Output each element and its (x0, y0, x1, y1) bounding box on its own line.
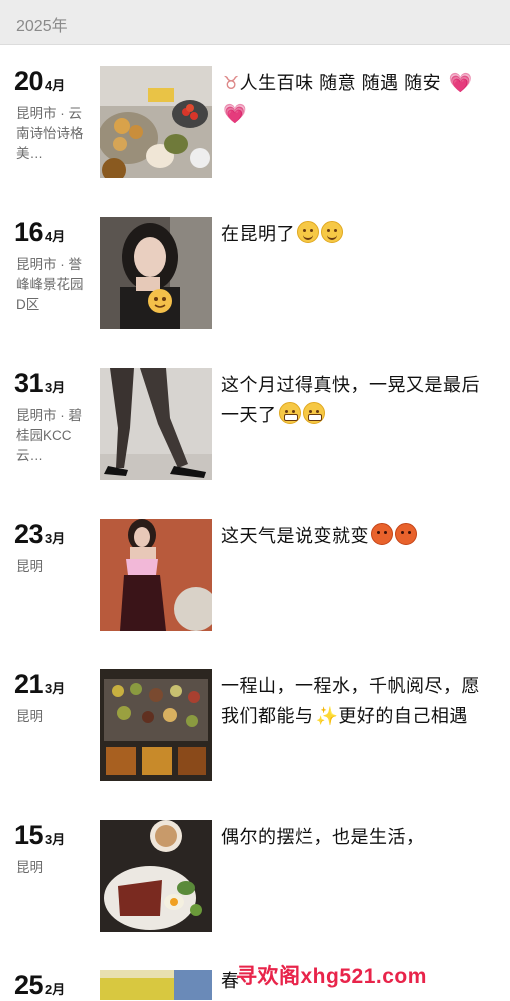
post-caption: ♉人生百味 随意 随遇 随安 💗 💗 (221, 68, 491, 130)
post-photo[interactable] (100, 519, 212, 631)
post-month: 4月 (45, 229, 66, 244)
post-item[interactable]: 21 3月 昆明 一程山，一程水，千帆阅尽，愿我们都能与 ✨更好的自己相遇 (0, 669, 510, 819)
post-location: 昆明市 · 碧桂园KCC云… (16, 408, 82, 463)
post-month: 3月 (45, 832, 66, 847)
post-text: 这个月过得真快，一晃又是最后一天了 (221, 375, 480, 425)
post-caption: 在昆明了 (221, 219, 491, 249)
post-item[interactable]: 31 3月 昆明市 · 碧桂园KCC云… 这个月过得真快，一晃又是最后一天了 (0, 368, 510, 518)
post-day: 21 (14, 669, 44, 699)
post-text: 这天气是说变就变 (221, 526, 369, 546)
post-month: 2月 (45, 982, 66, 997)
post-text: 人生百味 随意 随遇 随安 (239, 73, 442, 93)
post-text: 更好的自己相遇 (338, 706, 468, 726)
post-photo[interactable] (100, 820, 212, 932)
post-location: 昆明市 · 誉峰峰景花园D区 (16, 257, 84, 312)
post-location: 昆明 (16, 860, 43, 875)
post-date: 25 2月 (14, 970, 65, 1001)
smile-icon (321, 221, 343, 243)
post-caption: 这天气是说变就变 (221, 521, 491, 551)
smile-icon (297, 221, 319, 243)
post-date: 31 3月 (14, 368, 65, 399)
post-date: 23 3月 (14, 519, 65, 550)
post-item[interactable]: 16 4月 昆明市 · 誉峰峰景花园D区 在昆明了 (0, 217, 510, 367)
post-photo[interactable] (100, 970, 212, 1000)
post-caption: 这个月过得真快，一晃又是最后一天了 (221, 370, 491, 430)
post-date: 20 4月 (14, 66, 65, 97)
post-date: 16 4月 (14, 217, 65, 248)
post-photo[interactable] (100, 217, 212, 329)
ox-icon: ♉ (223, 73, 240, 93)
post-location: 昆明市 · 云南诗怡诗格美… (16, 106, 84, 161)
post-photo[interactable] (100, 368, 212, 480)
grin-icon (278, 402, 301, 424)
pink-heart-icon: 💗 (223, 104, 248, 125)
post-item[interactable]: 23 3月 昆明 这天气是说变就变 (0, 519, 510, 669)
grin-icon (302, 402, 325, 424)
post-month: 3月 (45, 380, 66, 395)
post-day: 25 (14, 970, 44, 1000)
post-item[interactable]: 20 4月 昆明市 · 云南诗怡诗格美… ♉人生百味 随意 随遇 随安 💗 💗 (0, 66, 510, 216)
post-photo[interactable] (100, 669, 212, 781)
year-header: 2025年 (0, 0, 510, 45)
year-label: 2025年 (16, 18, 68, 35)
post-caption: 一程山，一程水，千帆阅尽，愿我们都能与 ✨更好的自己相遇 (221, 671, 491, 731)
post-month: 4月 (45, 78, 66, 93)
post-text: 偶尔的摆烂，也是生活， (221, 827, 425, 847)
post-day: 15 (14, 820, 44, 850)
post-day: 31 (14, 368, 44, 398)
post-date: 21 3月 (14, 669, 65, 700)
post-date: 15 3月 (14, 820, 65, 851)
post-day: 20 (14, 66, 44, 96)
post-photo[interactable] (100, 66, 212, 178)
watermark: 寻欢阁xhg521.com (236, 965, 427, 988)
angry-face-icon (371, 523, 393, 545)
post-month: 3月 (45, 531, 66, 546)
post-text: 在昆明了 (221, 224, 295, 244)
post-month: 3月 (45, 681, 66, 696)
post-location: 昆明 (16, 709, 43, 724)
angry-face-icon (395, 523, 417, 545)
post-location: 昆明 (16, 559, 43, 574)
pink-heart-icon: 💗 (448, 73, 473, 94)
post-caption: 偶尔的摆烂，也是生活， (221, 822, 491, 852)
post-item[interactable]: 15 3月 昆明 偶尔的摆烂，也是生活， (0, 820, 510, 970)
post-day: 23 (14, 519, 44, 549)
sparkles-icon: ✨ (315, 706, 339, 726)
post-day: 16 (14, 217, 44, 247)
